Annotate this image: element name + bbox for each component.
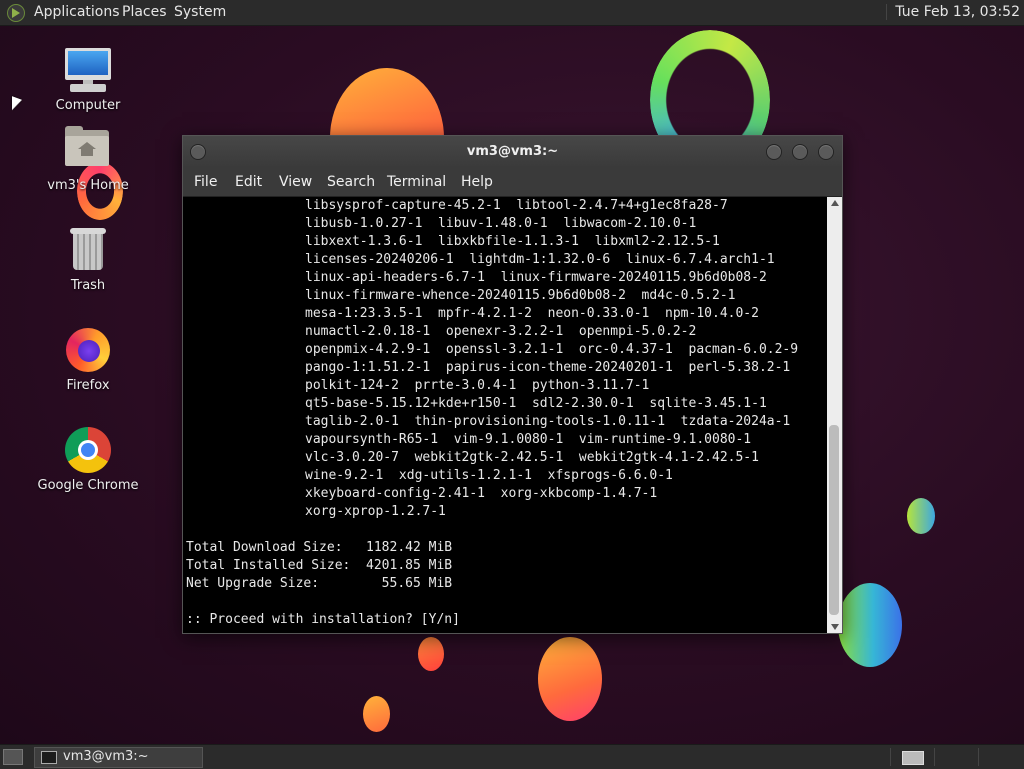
- desktop-icon-firefox[interactable]: Firefox: [28, 326, 148, 393]
- wallpaper-shape: [538, 637, 602, 721]
- scroll-down-icon[interactable]: [831, 624, 839, 630]
- menu-view[interactable]: View: [279, 174, 312, 190]
- install-prompt[interactable]: :: Proceed with installation? [Y/n]: [183, 611, 826, 629]
- wallpaper-shape: [907, 498, 935, 534]
- package-line: xorg-xprop-1.2.7-1: [305, 504, 446, 519]
- window-titlebar[interactable]: vm3@vm3:~: [183, 136, 842, 168]
- wallpaper-shape: [363, 696, 390, 732]
- summary-upgrade-size: Net Upgrade Size: 55.65 MiB: [186, 576, 453, 591]
- package-line: qt5-base-5.15.12+kde+r150-1 sdl2-2.30.0-…: [305, 396, 767, 411]
- workspace-1[interactable]: [890, 748, 935, 766]
- summary-installed-size: Total Installed Size: 4201.85 MiB: [186, 558, 453, 573]
- show-desktop-icon[interactable]: [3, 749, 23, 765]
- menu-search[interactable]: Search: [327, 174, 375, 190]
- close-button[interactable]: [818, 144, 834, 160]
- package-line: libusb-1.0.27-1 libuv-1.48.0-1 libwacom-…: [305, 216, 697, 231]
- terminal-menubar: File Edit View Search Terminal Help: [183, 168, 842, 197]
- maximize-button[interactable]: [792, 144, 808, 160]
- desktop-icon-trash[interactable]: Trash: [28, 226, 148, 293]
- terminal-icon: [41, 751, 57, 764]
- package-line: taglib-2.0-1 thin-provisioning-tools-1.0…: [305, 414, 791, 429]
- firefox-icon: [63, 326, 113, 374]
- clock[interactable]: Tue Feb 13, 03:52: [886, 4, 1020, 20]
- desktop-icon-label: Trash: [70, 278, 106, 293]
- package-line: mesa-1:23.3.5-1 mpfr-4.2.1-2 neon-0.33.0…: [305, 306, 759, 321]
- package-line: vlc-3.0.20-7 webkit2gtk-2.42.5-1 webkit2…: [305, 450, 759, 465]
- package-line: vapoursynth-R65-1 vim-9.1.0080-1 vim-run…: [305, 432, 752, 447]
- system-menu[interactable]: System: [174, 4, 226, 20]
- package-line: polkit-124-2 prrte-3.0.4-1 python-3.11.7…: [305, 378, 650, 393]
- workspace-3[interactable]: [978, 748, 1023, 766]
- wallpaper-shape: [418, 637, 444, 671]
- desktop-icon-label: vm3's Home: [47, 178, 129, 193]
- desktop-icon-home[interactable]: vm3's Home: [28, 126, 148, 193]
- window-menu-icon[interactable]: [190, 144, 206, 160]
- desktop-icon-label: Computer: [55, 98, 121, 113]
- desktop-icon-computer[interactable]: Computer: [28, 46, 148, 113]
- computer-icon: [63, 46, 113, 94]
- minimize-button[interactable]: [766, 144, 782, 160]
- home-folder-icon: [63, 126, 113, 174]
- summary-download-size: Total Download Size: 1182.42 MiB: [186, 540, 453, 555]
- package-line: openpmix-4.2.9-1 openssl-3.2.1-1 orc-0.4…: [305, 342, 799, 357]
- window-title: vm3@vm3:~: [466, 144, 559, 159]
- trash-icon: [63, 226, 113, 274]
- package-line: linux-firmware-whence-20240115.9b6d0b08-…: [305, 288, 736, 303]
- menu-edit[interactable]: Edit: [235, 174, 262, 190]
- package-line: libsysprof-capture-45.2-1 libtool-2.4.7+…: [305, 198, 728, 213]
- package-line: pango-1:1.51.2-1 papirus-icon-theme-2024…: [305, 360, 791, 375]
- package-line: libxext-1.3.6-1 libxkbfile-1.1.3-1 libxm…: [305, 234, 720, 249]
- chrome-icon: [63, 426, 113, 474]
- package-line: licenses-20240206-1 lightdm-1:1.32.0-6 l…: [305, 252, 775, 267]
- package-line: xkeyboard-config-2.41-1 xorg-xkbcomp-1.4…: [305, 486, 658, 501]
- desktop-icon-chrome[interactable]: Google Chrome: [28, 426, 148, 493]
- scrollbar-thumb[interactable]: [829, 425, 839, 615]
- wallpaper-shape: [838, 583, 902, 667]
- terminal-scrollbar[interactable]: [827, 197, 842, 633]
- top-panel: Applications Places System Tue Feb 13, 0…: [0, 0, 1024, 26]
- applications-menu[interactable]: Applications: [34, 4, 120, 20]
- distro-logo-icon[interactable]: [7, 4, 25, 22]
- package-line: linux-api-headers-6.7-1 linux-firmware-2…: [305, 270, 767, 285]
- taskbar-label: vm3@vm3:~: [63, 749, 149, 764]
- package-line: numactl-2.0.18-1 openexr-3.2.2-1 openmpi…: [305, 324, 697, 339]
- taskbar-button-terminal[interactable]: vm3@vm3:~: [34, 747, 203, 768]
- terminal-window[interactable]: vm3@vm3:~ File Edit View Search Terminal…: [182, 135, 843, 634]
- desktop-icon-label: Firefox: [66, 378, 110, 393]
- bottom-panel: vm3@vm3:~: [0, 744, 1024, 769]
- menu-file[interactable]: File: [194, 174, 217, 190]
- menu-help[interactable]: Help: [461, 174, 493, 190]
- terminal-output[interactable]: libsysprof-capture-45.2-1 libtool-2.4.7+…: [183, 197, 826, 633]
- package-line: wine-9.2-1 xdg-utils-1.2.1-1 xfsprogs-6.…: [305, 468, 673, 483]
- places-menu[interactable]: Places: [122, 4, 167, 20]
- desktop-icon-label: Google Chrome: [37, 478, 139, 493]
- scroll-up-icon[interactable]: [831, 200, 839, 206]
- workspace-2[interactable]: [934, 748, 979, 766]
- menu-terminal[interactable]: Terminal: [387, 174, 446, 190]
